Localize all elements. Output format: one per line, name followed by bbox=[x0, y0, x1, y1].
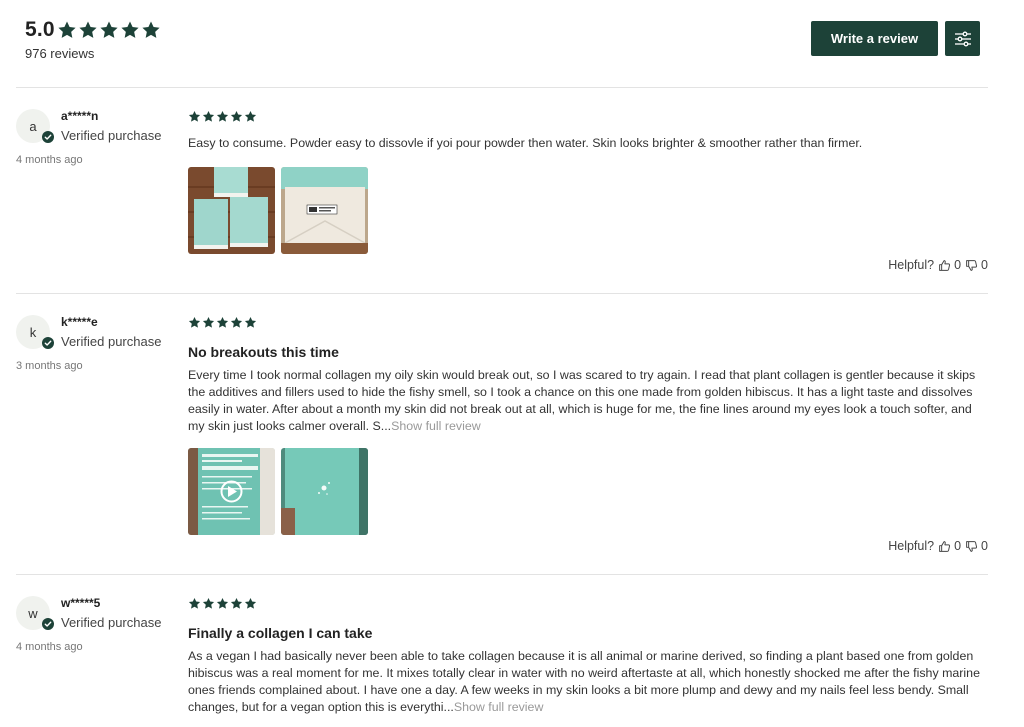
helpful-label: Helpful? bbox=[888, 539, 935, 553]
review-date: 3 months ago bbox=[16, 360, 83, 372]
star-icon bbox=[188, 110, 201, 123]
star-icon bbox=[244, 110, 257, 123]
review-body: As a vegan I had basically never been ab… bbox=[188, 649, 980, 714]
review-media bbox=[188, 167, 368, 254]
star-icon bbox=[230, 110, 243, 123]
star-icon bbox=[141, 20, 161, 40]
verified-purchase-label: Verified purchase bbox=[61, 334, 162, 349]
review-photo-thumbnail[interactable] bbox=[281, 167, 368, 254]
average-rating: 5.0 bbox=[25, 18, 55, 41]
star-icon bbox=[188, 597, 201, 610]
show-full-review-link[interactable]: Show full review bbox=[391, 419, 481, 433]
star-icon bbox=[78, 20, 98, 40]
verified-check-icon bbox=[42, 337, 54, 349]
star-icon bbox=[202, 597, 215, 610]
review-card: k k*****e Verified purchase 3 months ago… bbox=[16, 294, 988, 574]
star-icon bbox=[230, 597, 243, 610]
helpful-no-button[interactable]: 0 bbox=[965, 258, 988, 272]
star-icon bbox=[216, 110, 229, 123]
reviewer-name: k*****e bbox=[61, 315, 98, 329]
review-media bbox=[188, 448, 368, 535]
verified-purchase-label: Verified purchase bbox=[61, 128, 162, 143]
review-body: Easy to consume. Powder easy to dissovle… bbox=[188, 136, 863, 150]
thumbs-down-icon bbox=[965, 540, 978, 553]
star-icon bbox=[120, 20, 140, 40]
review-date: 4 months ago bbox=[16, 154, 83, 166]
star-icon bbox=[244, 316, 257, 329]
verified-check-icon bbox=[42, 131, 54, 143]
filter-button[interactable] bbox=[945, 21, 980, 56]
review-rating-stars bbox=[188, 597, 257, 610]
helpful-no-count: 0 bbox=[981, 539, 988, 553]
reviews-summary-header: 5.0 976 reviews Write a review bbox=[25, 18, 988, 78]
thumbs-down-icon bbox=[965, 259, 978, 272]
review-body: Every time I took normal collagen my oil… bbox=[188, 368, 976, 433]
review-rating-stars bbox=[188, 110, 257, 123]
sliders-icon bbox=[954, 31, 971, 46]
review-card: w w*****5 Verified purchase 4 months ago… bbox=[16, 575, 988, 727]
review-date: 4 months ago bbox=[16, 641, 83, 653]
thumbs-up-icon bbox=[938, 540, 951, 553]
thumbs-up-icon bbox=[938, 259, 951, 272]
helpful-label: Helpful? bbox=[888, 258, 935, 272]
helpful-votes: Helpful? 0 0 bbox=[888, 258, 988, 272]
star-icon bbox=[57, 20, 77, 40]
review-title: No breakouts this time bbox=[188, 344, 339, 360]
show-full-review-link[interactable]: Show full review bbox=[454, 700, 544, 714]
star-icon bbox=[216, 597, 229, 610]
helpful-no-button[interactable]: 0 bbox=[965, 539, 988, 553]
review-photo-thumbnail[interactable] bbox=[281, 448, 368, 535]
helpful-votes: Helpful? 0 0 bbox=[888, 539, 988, 553]
helpful-no-count: 0 bbox=[981, 258, 988, 272]
star-icon bbox=[244, 597, 257, 610]
star-icon bbox=[99, 20, 119, 40]
review-card: a a*****n Verified purchase 4 months ago… bbox=[16, 88, 988, 293]
helpful-yes-count: 0 bbox=[954, 258, 962, 272]
write-review-button[interactable]: Write a review bbox=[811, 21, 938, 56]
verified-check-icon bbox=[42, 618, 54, 630]
average-rating-row: 5.0 bbox=[25, 18, 161, 42]
star-icon bbox=[230, 316, 243, 329]
star-icon bbox=[188, 316, 201, 329]
review-photo-thumbnail[interactable] bbox=[188, 167, 275, 254]
verified-purchase-label: Verified purchase bbox=[61, 615, 162, 630]
review-count: 976 reviews bbox=[25, 46, 95, 61]
review-title: Finally a collagen I can take bbox=[188, 625, 373, 641]
average-rating-stars bbox=[57, 20, 161, 40]
review-rating-stars bbox=[188, 316, 257, 329]
review-video-thumbnail[interactable] bbox=[188, 448, 275, 535]
star-icon bbox=[216, 316, 229, 329]
reviewer-name: a*****n bbox=[61, 109, 99, 123]
helpful-yes-button[interactable]: 0 bbox=[938, 539, 961, 553]
star-icon bbox=[202, 110, 215, 123]
helpful-yes-count: 0 bbox=[954, 539, 962, 553]
reviewer-name: w*****5 bbox=[61, 596, 101, 610]
helpful-yes-button[interactable]: 0 bbox=[938, 258, 961, 272]
star-icon bbox=[202, 316, 215, 329]
